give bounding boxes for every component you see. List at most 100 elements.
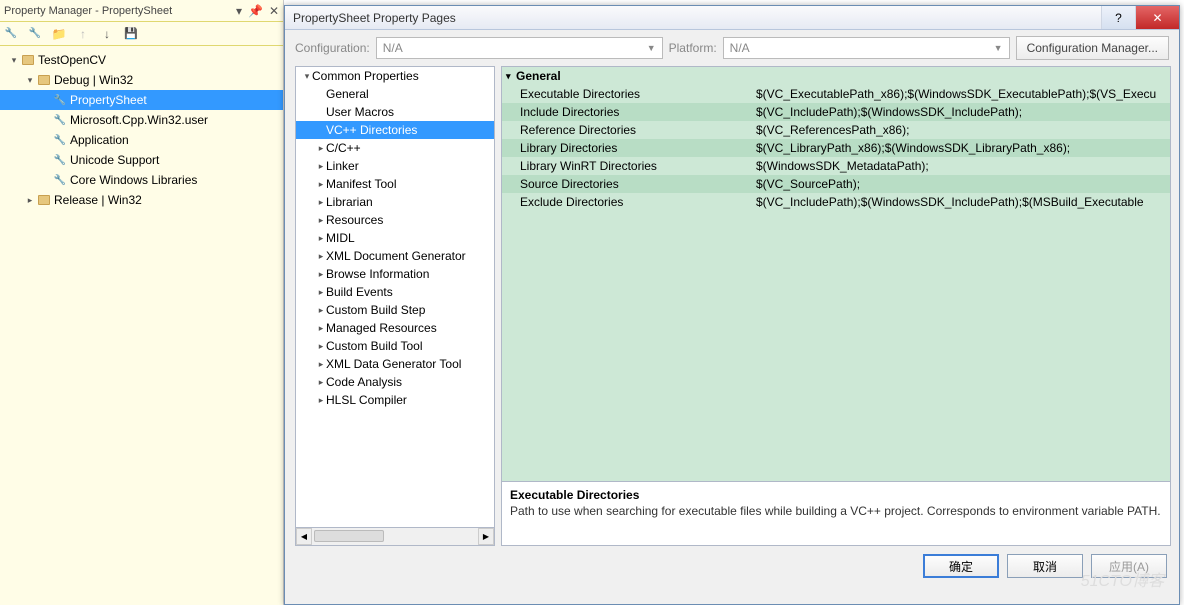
configuration-manager-button[interactable]: Configuration Manager... bbox=[1016, 36, 1169, 60]
category-tree-item[interactable]: ▸Resources bbox=[296, 211, 494, 229]
property-row[interactable]: Source Directories$(VC_SourcePath); bbox=[502, 175, 1170, 193]
property-row[interactable]: Reference Directories$(VC_ReferencesPath… bbox=[502, 121, 1170, 139]
property-name: Source Directories bbox=[502, 175, 752, 193]
category-tree-item[interactable]: User Macros bbox=[296, 103, 494, 121]
category-tree-item[interactable]: ▸XML Document Generator bbox=[296, 247, 494, 265]
expand-arrow-icon[interactable]: ▾ bbox=[302, 71, 312, 82]
platform-combo[interactable]: N/A ▼ bbox=[723, 37, 1010, 59]
expand-arrow-icon[interactable]: ▸ bbox=[316, 161, 326, 172]
expand-arrow-icon[interactable]: ▸ bbox=[316, 233, 326, 244]
property-value[interactable]: $(VC_SourcePath); bbox=[752, 175, 1170, 193]
category-tree-item[interactable]: ▸Managed Resources bbox=[296, 319, 494, 337]
close-icon[interactable]: ✕ bbox=[269, 4, 279, 18]
property-value[interactable]: $(VC_IncludePath);$(WindowsSDK_IncludePa… bbox=[752, 103, 1170, 121]
property-name: Reference Directories bbox=[502, 121, 752, 139]
category-tree-item[interactable]: ▸Custom Build Step bbox=[296, 301, 494, 319]
pm-title: Property Manager - PropertySheet bbox=[4, 5, 236, 17]
tree-scrollbar[interactable]: ◀ ▶ bbox=[295, 528, 495, 546]
property-name: Library WinRT Directories bbox=[502, 157, 752, 175]
expand-arrow-icon[interactable]: ▸ bbox=[316, 197, 326, 208]
expand-arrow-icon[interactable]: ▸ bbox=[316, 143, 326, 154]
expand-arrow-icon[interactable]: ▸ bbox=[316, 323, 326, 334]
expand-arrow-icon[interactable]: ▸ bbox=[316, 359, 326, 370]
expand-arrow-icon[interactable]: ▸ bbox=[316, 377, 326, 388]
tree-item-label: Release | Win32 bbox=[54, 193, 142, 207]
pm-tree-item[interactable]: Microsoft.Cpp.Win32.user bbox=[0, 110, 283, 130]
folder-icon bbox=[36, 195, 52, 205]
category-tree-item[interactable]: General bbox=[296, 85, 494, 103]
property-row[interactable]: Include Directories$(VC_IncludePath);$(W… bbox=[502, 103, 1170, 121]
expand-arrow-icon[interactable]: ▸ bbox=[316, 341, 326, 352]
grid-section-header[interactable]: ▾ General bbox=[502, 67, 1170, 85]
property-row[interactable]: Library WinRT Directories$(WindowsSDK_Me… bbox=[502, 157, 1170, 175]
pin-icon[interactable]: 📌 bbox=[248, 4, 263, 18]
tree-item-label: Browse Information bbox=[326, 267, 429, 281]
property-value[interactable]: $(VC_IncludePath);$(WindowsSDK_IncludePa… bbox=[752, 193, 1170, 211]
configuration-combo[interactable]: N/A ▼ bbox=[376, 37, 663, 59]
ok-button[interactable]: 确定 bbox=[923, 554, 999, 578]
property-name: Library Directories bbox=[502, 139, 752, 157]
move-down-icon[interactable] bbox=[100, 27, 114, 41]
property-row[interactable]: Exclude Directories$(VC_IncludePath);$(W… bbox=[502, 193, 1170, 211]
property-row[interactable]: Executable Directories$(VC_ExecutablePat… bbox=[502, 85, 1170, 103]
category-tree-item[interactable]: ▸HLSL Compiler bbox=[296, 391, 494, 409]
scroll-thumb[interactable] bbox=[314, 530, 384, 542]
property-value[interactable]: $(VC_LibraryPath_x86);$(WindowsSDK_Libra… bbox=[752, 139, 1170, 157]
category-tree-item[interactable]: ▸Manifest Tool bbox=[296, 175, 494, 193]
collapse-icon: ▾ bbox=[506, 71, 516, 82]
wrench-add-icon[interactable] bbox=[28, 27, 42, 41]
tree-item-label: General bbox=[326, 87, 369, 101]
category-tree-item[interactable]: ▸Code Analysis bbox=[296, 373, 494, 391]
expand-arrow-icon[interactable]: ▸ bbox=[316, 215, 326, 226]
expand-arrow-icon[interactable]: ▸ bbox=[316, 305, 326, 316]
category-tree-item[interactable]: ▸Linker bbox=[296, 157, 494, 175]
close-button[interactable]: ✕ bbox=[1135, 6, 1179, 29]
pm-tree-item[interactable]: ▾Debug | Win32 bbox=[0, 70, 283, 90]
expand-arrow-icon[interactable]: ▸ bbox=[316, 251, 326, 262]
chevron-down-icon: ▼ bbox=[994, 43, 1003, 53]
dialog-titlebar[interactable]: PropertySheet Property Pages ? ✕ bbox=[285, 6, 1179, 30]
pm-tree-item[interactable]: Unicode Support bbox=[0, 150, 283, 170]
scroll-left-icon[interactable]: ◀ bbox=[296, 528, 312, 545]
pm-tree-item[interactable]: Application bbox=[0, 130, 283, 150]
pm-tree-item[interactable]: ▾TestOpenCV bbox=[0, 50, 283, 70]
category-tree-item[interactable]: VC++ Directories bbox=[296, 121, 494, 139]
pm-tree-item[interactable]: PropertySheet bbox=[0, 90, 283, 110]
save-icon[interactable] bbox=[124, 27, 138, 41]
property-value[interactable]: $(VC_ReferencesPath_x86); bbox=[752, 121, 1170, 139]
tree-item-label: VC++ Directories bbox=[326, 123, 417, 137]
category-tree-item[interactable]: ▸C/C++ bbox=[296, 139, 494, 157]
expand-arrow-icon[interactable]: ▸ bbox=[316, 287, 326, 298]
category-tree-item[interactable]: ▸Librarian bbox=[296, 193, 494, 211]
description-text: Path to use when searching for executabl… bbox=[510, 504, 1162, 520]
expand-arrow-icon[interactable]: ▸ bbox=[316, 269, 326, 280]
cancel-button[interactable]: 取消 bbox=[1007, 554, 1083, 578]
category-tree-item[interactable]: ▸MIDL bbox=[296, 229, 494, 247]
property-value[interactable]: $(WindowsSDK_MetadataPath); bbox=[752, 157, 1170, 175]
tree-item-label: Core Windows Libraries bbox=[70, 173, 197, 187]
expand-arrow-icon[interactable]: ▾ bbox=[24, 75, 36, 86]
pm-tree-item[interactable]: Core Windows Libraries bbox=[0, 170, 283, 190]
property-value[interactable]: $(VC_ExecutablePath_x86);$(WindowsSDK_Ex… bbox=[752, 85, 1170, 103]
add-folder-icon[interactable]: 📁 bbox=[52, 27, 66, 41]
category-tree-item[interactable]: ▾Common Properties bbox=[296, 67, 494, 85]
category-tree-item[interactable]: ▸Build Events bbox=[296, 283, 494, 301]
tree-item-label: Custom Build Step bbox=[326, 303, 425, 317]
expand-arrow-icon[interactable]: ▸ bbox=[316, 179, 326, 190]
pm-tree-item[interactable]: ▸ Release | Win32 bbox=[0, 190, 283, 210]
dropdown-icon[interactable]: ▾ bbox=[236, 4, 242, 18]
expand-arrow-icon[interactable]: ▸ bbox=[24, 195, 36, 206]
pm-toolbar: 📁 bbox=[0, 22, 283, 46]
apply-button[interactable]: 应用(A) bbox=[1091, 554, 1167, 578]
expand-arrow-icon[interactable]: ▸ bbox=[316, 395, 326, 406]
scroll-right-icon[interactable]: ▶ bbox=[478, 528, 494, 545]
category-tree-item[interactable]: ▸XML Data Generator Tool bbox=[296, 355, 494, 373]
category-tree-item[interactable]: ▸Custom Build Tool bbox=[296, 337, 494, 355]
expand-arrow-icon[interactable]: ▾ bbox=[8, 55, 20, 66]
tree-item-label: Build Events bbox=[326, 285, 393, 299]
help-button[interactable]: ? bbox=[1101, 6, 1135, 29]
property-row[interactable]: Library Directories$(VC_LibraryPath_x86)… bbox=[502, 139, 1170, 157]
category-tree-item[interactable]: ▸Browse Information bbox=[296, 265, 494, 283]
wrench-icon[interactable] bbox=[4, 27, 18, 41]
move-up-icon[interactable] bbox=[76, 27, 90, 41]
